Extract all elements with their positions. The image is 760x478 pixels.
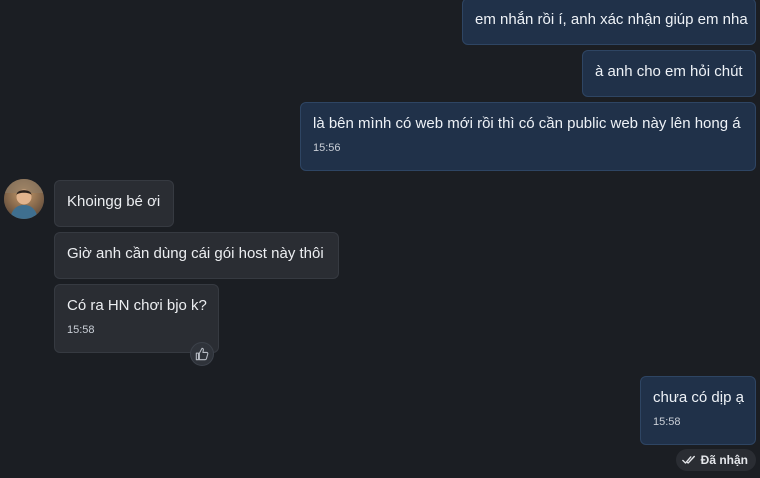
message-text: à anh cho em hỏi chút bbox=[595, 63, 743, 80]
delivery-status-label: Đã nhận bbox=[700, 453, 748, 467]
message-time: 15:56 bbox=[313, 142, 341, 154]
outgoing-message[interactable]: em nhắn rồi í, anh xác nhận giúp em nha bbox=[462, 0, 756, 45]
incoming-message[interactable]: Có ra HN chơi bjo k? 15:58 bbox=[54, 284, 219, 353]
chat-conversation: em nhắn rồi í, anh xác nhận giúp em nha … bbox=[0, 0, 760, 478]
message-text: Khoingg bé ơi bbox=[67, 193, 161, 210]
delivery-status: Đã nhận bbox=[675, 449, 756, 471]
double-check-icon bbox=[681, 455, 695, 464]
message-text: em nhắn rồi í, anh xác nhận giúp em nha bbox=[475, 11, 748, 28]
message-time: 15:58 bbox=[67, 324, 95, 336]
outgoing-message[interactable]: chưa có dịp ạ 15:58 bbox=[640, 376, 756, 445]
message-text: chưa có dịp ạ bbox=[653, 389, 744, 406]
avatar-image bbox=[4, 179, 44, 219]
like-reaction-button[interactable] bbox=[190, 342, 214, 366]
message-text: Có ra HN chơi bjo k? bbox=[67, 297, 207, 314]
contact-avatar[interactable] bbox=[4, 179, 44, 219]
message-text: là bên mình có web mới rồi thì có cần pu… bbox=[313, 115, 741, 132]
incoming-message[interactable]: Giờ anh cần dùng cái gói host này thôi bbox=[54, 232, 339, 279]
outgoing-message[interactable]: à anh cho em hỏi chút bbox=[582, 50, 756, 97]
incoming-message[interactable]: Khoingg bé ơi bbox=[54, 180, 174, 227]
message-time: 15:58 bbox=[653, 416, 681, 428]
thumbs-up-icon bbox=[195, 347, 209, 361]
outgoing-message[interactable]: là bên mình có web mới rồi thì có cần pu… bbox=[300, 102, 756, 171]
message-text: Giờ anh cần dùng cái gói host này thôi bbox=[67, 245, 324, 262]
